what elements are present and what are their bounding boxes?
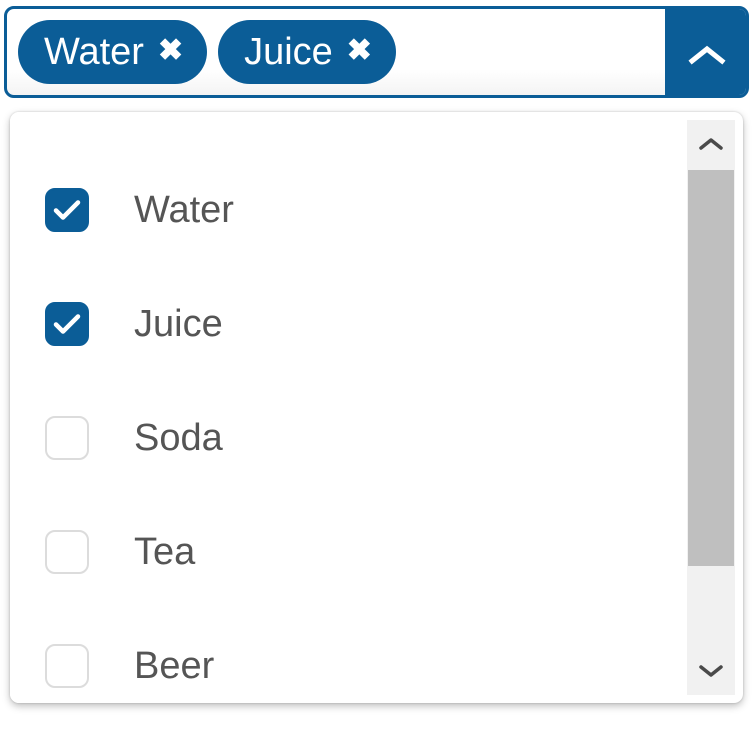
option-list: Water Juice Soda Tea Beer: [10, 112, 687, 703]
checkbox-tea[interactable]: [45, 530, 89, 574]
option-label: Soda: [134, 417, 223, 459]
selected-tag-label: Juice: [244, 31, 333, 73]
chevron-up-icon: [687, 42, 727, 68]
multiselect-control[interactable]: Water ✖ Juice ✖: [4, 6, 749, 98]
check-icon: [52, 540, 82, 564]
close-x-icon[interactable]: ✖: [158, 36, 183, 66]
scroll-down-button[interactable]: [687, 647, 735, 695]
check-icon: [52, 426, 82, 450]
scroll-up-button[interactable]: [687, 120, 735, 168]
option-row-beer[interactable]: Beer: [10, 609, 687, 703]
option-label: Beer: [134, 645, 215, 687]
check-icon: [52, 198, 82, 222]
selected-tag-juice[interactable]: Juice ✖: [218, 20, 396, 84]
option-row-soda[interactable]: Soda: [10, 381, 687, 495]
chevron-up-icon: [697, 135, 725, 153]
check-icon: [52, 654, 82, 678]
selected-tag-label: Water: [44, 31, 144, 73]
scrollbar-thumb[interactable]: [688, 170, 734, 566]
checkbox-beer[interactable]: [45, 644, 89, 688]
chevron-down-icon: [697, 662, 725, 680]
check-icon: [52, 312, 82, 336]
option-label: Juice: [134, 303, 223, 345]
option-row-tea[interactable]: Tea: [10, 495, 687, 609]
checkbox-soda[interactable]: [45, 416, 89, 460]
selected-tag-list: Water ✖ Juice ✖: [18, 20, 396, 84]
option-row-juice[interactable]: Juice: [10, 267, 687, 381]
dropdown-panel: Water Juice Soda Tea Beer: [10, 112, 743, 703]
checkbox-juice[interactable]: [45, 302, 89, 346]
dropdown-scrollbar[interactable]: [687, 120, 735, 695]
option-label: Water: [134, 189, 234, 231]
checkbox-water[interactable]: [45, 188, 89, 232]
close-x-icon[interactable]: ✖: [347, 36, 372, 66]
option-row-water[interactable]: Water: [10, 153, 687, 267]
dropdown-toggle-button[interactable]: [665, 9, 746, 95]
option-label: Tea: [134, 531, 196, 573]
selected-tag-water[interactable]: Water ✖: [18, 20, 208, 84]
